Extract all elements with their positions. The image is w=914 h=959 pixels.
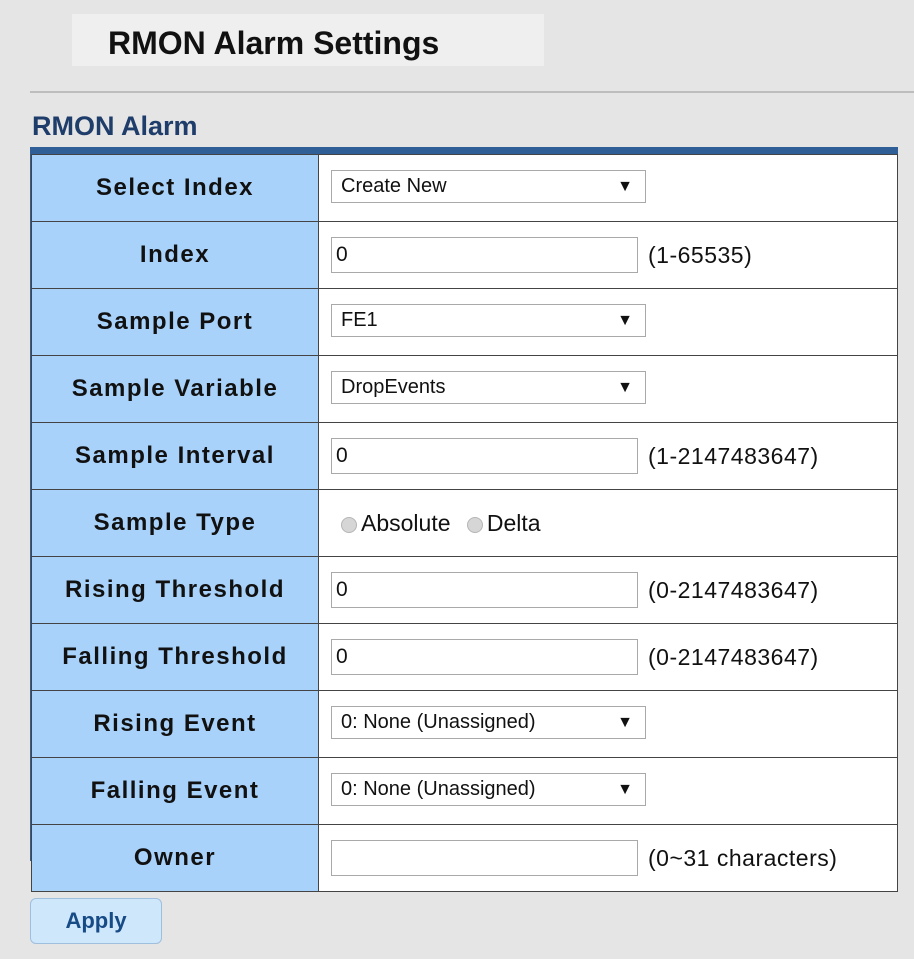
- rising-threshold-range-hint: (0-2147483647): [648, 577, 819, 603]
- sample-port-label: Sample Port: [31, 288, 319, 356]
- rising-event-value: 0: None (Unassigned): [341, 711, 536, 733]
- sample-port-dropdown[interactable]: FE1 ▼: [331, 304, 646, 337]
- owner-length-hint: (0~31 characters): [648, 845, 838, 871]
- row-index: Index (1-65535): [31, 221, 898, 289]
- title-divider: [30, 91, 914, 93]
- row-sample-port: Sample Port FE1 ▼: [31, 288, 898, 356]
- sample-type-radio-group: Absolute Delta: [341, 506, 551, 540]
- sample-variable-dropdown[interactable]: DropEvents ▼: [331, 371, 646, 404]
- delta-radio[interactable]: [466, 517, 483, 533]
- sample-interval-input[interactable]: [331, 438, 638, 474]
- dropdown-arrow-icon: ▼: [617, 312, 633, 329]
- row-select-index: Select Index Create New ▼: [31, 154, 898, 222]
- absolute-radio[interactable]: [341, 517, 357, 533]
- row-sample-variable: Sample Variable DropEvents ▼: [31, 355, 898, 423]
- row-rising-event: Rising Event 0: None (Unassigned) ▼: [31, 690, 898, 758]
- row-falling-event: Falling Event 0: None (Unassigned) ▼: [31, 757, 898, 825]
- row-sample-type: Sample Type Absolute Delta: [31, 489, 898, 557]
- select-index-dropdown[interactable]: Create New ▼: [331, 170, 646, 203]
- rising-event-dropdown[interactable]: 0: None (Unassigned) ▼: [331, 706, 646, 739]
- falling-threshold-label: Falling Threshold: [31, 623, 319, 691]
- owner-label: Owner: [31, 824, 319, 892]
- dropdown-arrow-icon: ▼: [617, 781, 633, 798]
- dropdown-arrow-icon: ▼: [617, 379, 633, 396]
- apply-button[interactable]: Apply: [30, 898, 162, 944]
- sample-variable-label: Sample Variable: [31, 355, 319, 423]
- falling-event-dropdown[interactable]: 0: None (Unassigned) ▼: [331, 773, 646, 806]
- section-title: RMON Alarm: [32, 111, 198, 141]
- falling-threshold-input[interactable]: [331, 639, 638, 675]
- rmon-alarm-form: Select Index Create New ▼ Index (1-65535…: [31, 154, 898, 892]
- dropdown-arrow-icon: ▼: [617, 178, 633, 195]
- sample-type-label: Sample Type: [31, 489, 319, 557]
- row-falling-threshold: Falling Threshold (0-2147483647): [31, 623, 898, 691]
- index-input[interactable]: [331, 237, 638, 273]
- index-label: Index: [31, 221, 319, 289]
- dropdown-arrow-icon: ▼: [617, 714, 633, 731]
- rising-threshold-input[interactable]: [331, 572, 638, 608]
- select-index-label: Select Index: [31, 154, 319, 222]
- delta-radio-label[interactable]: Delta: [487, 510, 541, 536]
- row-rising-threshold: Rising Threshold (0-2147483647): [31, 556, 898, 624]
- sample-port-value: FE1: [341, 309, 378, 331]
- sample-variable-value: DropEvents: [341, 376, 446, 398]
- falling-event-value: 0: None (Unassigned): [341, 778, 536, 800]
- row-sample-interval: Sample Interval (1-2147483647): [31, 422, 898, 490]
- absolute-radio-label[interactable]: Absolute: [361, 510, 451, 536]
- falling-event-label: Falling Event: [31, 757, 319, 825]
- owner-input[interactable]: [331, 840, 638, 876]
- select-index-value: Create New: [341, 175, 447, 197]
- rising-event-label: Rising Event: [31, 690, 319, 758]
- page-title: RMON Alarm Settings: [108, 25, 440, 61]
- falling-threshold-range-hint: (0-2147483647): [648, 644, 819, 670]
- row-owner: Owner (0~31 characters): [31, 824, 898, 892]
- sample-interval-label: Sample Interval: [31, 422, 319, 490]
- index-range-hint: (1-65535): [648, 242, 753, 268]
- rising-threshold-label: Rising Threshold: [31, 556, 319, 624]
- sample-interval-range-hint: (1-2147483647): [648, 443, 819, 469]
